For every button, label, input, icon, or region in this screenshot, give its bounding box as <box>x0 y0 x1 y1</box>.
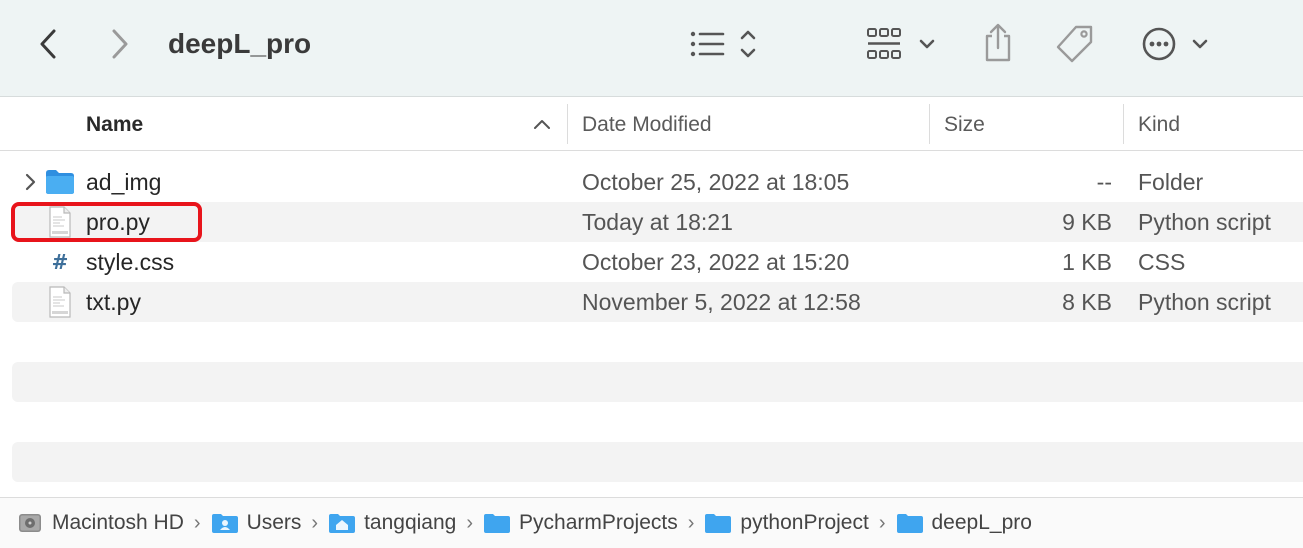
toolbar: deepL_pro <box>0 0 1303 97</box>
file-name: ad_img <box>86 168 162 195</box>
path-separator: › <box>878 511 886 534</box>
file-size: -- <box>1096 168 1112 195</box>
file-size: 1 KB <box>1062 248 1112 275</box>
home-folder-icon <box>328 511 356 535</box>
column-divider[interactable] <box>1123 104 1124 144</box>
list-view-icon <box>690 30 756 58</box>
users-folder-icon <box>211 511 239 535</box>
path-item-label: pythonProject <box>740 511 869 534</box>
file-date: October 25, 2022 at 18:05 <box>582 168 850 195</box>
share-button[interactable] <box>978 20 1018 66</box>
path-item-pycharmprojects[interactable]: PycharmProjects <box>483 511 678 535</box>
group-button[interactable] <box>864 24 940 64</box>
tag-icon <box>1056 25 1093 63</box>
folder-icon <box>483 511 511 535</box>
column-divider[interactable] <box>929 104 930 144</box>
path-bar: Macintosh HD › Users › tangqiang › Pycha… <box>0 497 1303 548</box>
chevron-up-icon <box>534 120 550 129</box>
chevron-left-icon <box>40 29 56 59</box>
file-kind: Python script <box>1138 288 1271 315</box>
path-item-pythonproject[interactable]: pythonProject <box>704 511 869 535</box>
more-actions-button[interactable] <box>1140 24 1214 64</box>
file-date: October 23, 2022 at 15:20 <box>582 248 850 275</box>
chevron-right-icon <box>25 173 36 191</box>
path-item-label: Users <box>246 511 302 534</box>
path-item-deepl-pro[interactable]: deepL_pro <box>896 511 1032 535</box>
file-row-ad-img[interactable]: ad_img October 25, 2022 at 18:05 -- Fold… <box>12 162 1303 202</box>
file-row-txt-py[interactable]: txt.py November 5, 2022 at 12:58 8 KB Py… <box>12 282 1303 322</box>
column-kind-header[interactable]: Kind <box>1138 98 1180 151</box>
ellipsis-circle-icon <box>1142 27 1208 61</box>
file-kind: Python script <box>1138 208 1271 235</box>
forward-button[interactable] <box>102 24 138 64</box>
window-title: deepL_pro <box>168 28 312 59</box>
folder-icon <box>896 511 924 535</box>
file-size: 8 KB <box>1062 288 1112 315</box>
file-name: style.css <box>86 248 175 275</box>
file-date: Today at 18:21 <box>582 208 733 235</box>
svg-text:#: # <box>52 250 69 274</box>
python-file-icon <box>44 286 76 318</box>
folder-icon <box>44 166 76 198</box>
path-item-label: PycharmProjects <box>519 511 678 534</box>
column-size-header[interactable]: Size <box>944 98 985 151</box>
file-row-pro-py[interactable]: pro.py Today at 18:21 9 KB Python script <box>12 202 1303 242</box>
path-separator: › <box>193 511 201 534</box>
back-button[interactable] <box>30 24 66 64</box>
file-kind: CSS <box>1138 248 1186 275</box>
path-separator: › <box>311 511 319 534</box>
path-item-macintosh-hd[interactable]: Macintosh HD <box>16 511 184 535</box>
view-options-button[interactable] <box>686 24 760 64</box>
path-separator: › <box>466 511 474 534</box>
chevron-right-icon <box>112 29 128 59</box>
grid-group-icon <box>867 28 935 59</box>
empty-row <box>12 402 1303 442</box>
path-item-label: deepL_pro <box>931 511 1032 534</box>
path-separator: › <box>687 511 695 534</box>
path-item-users[interactable]: Users <box>211 511 302 535</box>
disclosure-button[interactable] <box>20 170 40 194</box>
path-item-label: tangqiang <box>364 511 457 534</box>
share-icon <box>985 23 1011 62</box>
path-item-label: Macintosh HD <box>52 511 184 534</box>
column-divider[interactable] <box>567 104 568 144</box>
column-header: Name Date Modified Size Kind <box>0 98 1303 151</box>
empty-row <box>12 362 1303 402</box>
file-row-style-css[interactable]: # style.css October 23, 2022 at 15:20 1 … <box>12 242 1303 282</box>
path-item-tangqiang[interactable]: tangqiang <box>328 511 456 535</box>
css-file-icon: # <box>44 246 76 278</box>
column-name-header[interactable]: Name <box>86 98 143 151</box>
file-size: 9 KB <box>1062 208 1112 235</box>
empty-row <box>12 322 1303 362</box>
sort-ascending-indicator[interactable] <box>530 112 554 136</box>
file-name: txt.py <box>86 288 141 315</box>
file-kind: Folder <box>1138 168 1204 195</box>
tag-button[interactable] <box>1052 22 1098 66</box>
hard-drive-icon <box>16 511 44 535</box>
selection-highlight <box>11 202 202 242</box>
file-date: November 5, 2022 at 12:58 <box>582 288 861 315</box>
empty-row <box>12 442 1303 482</box>
column-date-header[interactable]: Date Modified <box>582 98 712 151</box>
folder-icon <box>704 511 732 535</box>
